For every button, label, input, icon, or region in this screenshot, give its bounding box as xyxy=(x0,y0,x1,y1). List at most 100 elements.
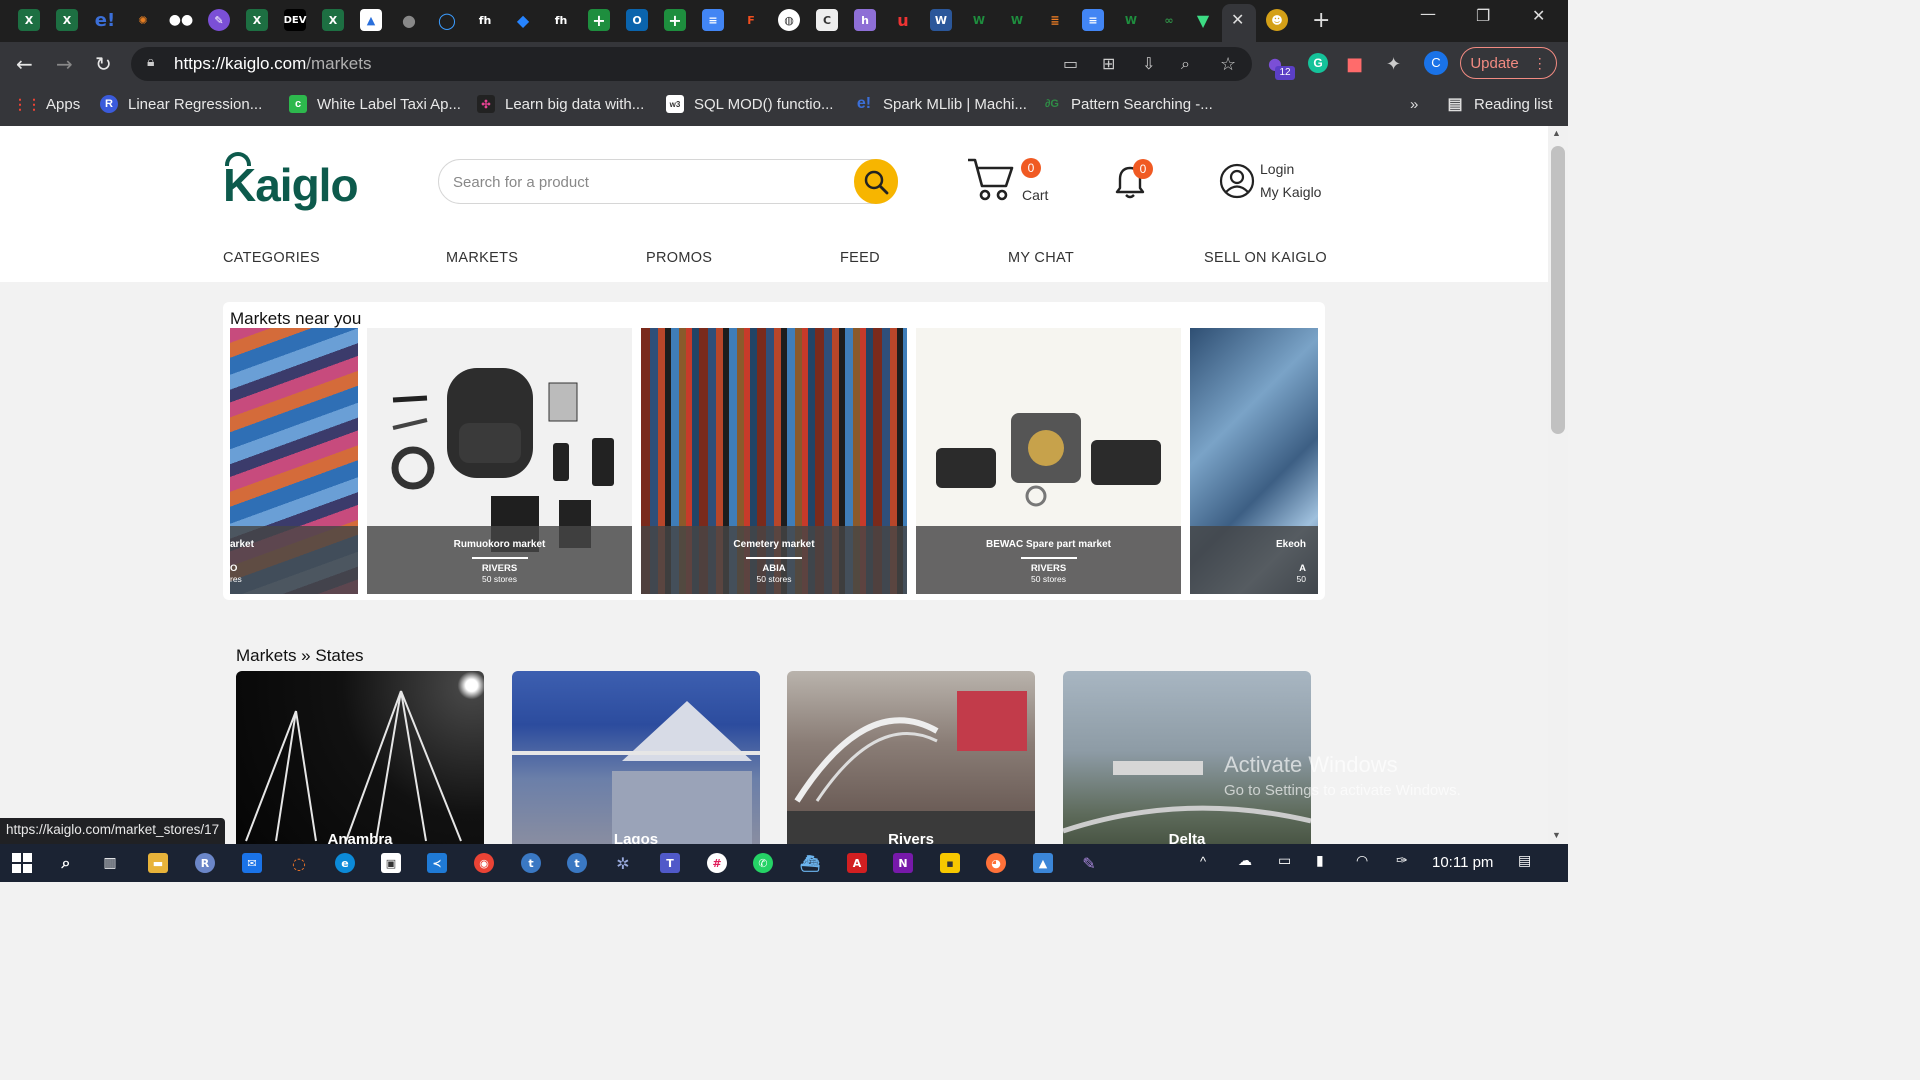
teams-icon[interactable]: T xyxy=(660,853,680,873)
state-card[interactable]: Lagos xyxy=(512,671,760,844)
back-icon[interactable]: ← xyxy=(16,52,33,76)
lock-icon[interactable]: 🔒︎ xyxy=(147,54,154,70)
market-card[interactable]: arket O res xyxy=(230,328,358,594)
search-input[interactable] xyxy=(453,170,843,194)
bookmark-item[interactable]: ∂G Pattern Searching -... xyxy=(1043,94,1213,114)
docs-tab-icon[interactable]: ≡ xyxy=(702,9,724,31)
whatsapp-icon[interactable]: ✆ xyxy=(753,853,773,873)
tab-icon[interactable]: ☻ xyxy=(1266,9,1288,31)
h-tab-icon[interactable]: h xyxy=(854,9,876,31)
minimize-icon[interactable]: — xyxy=(1420,4,1436,23)
market-card[interactable]: Cemetery market ABIA 50 stores xyxy=(641,328,907,594)
w3-tab-icon[interactable]: W xyxy=(968,9,990,31)
scrollbar-thumb[interactable] xyxy=(1551,146,1565,434)
windows-start-icon[interactable] xyxy=(12,853,32,873)
apps-grid-icon[interactable]: ⊞ xyxy=(1102,54,1115,73)
stackoverflow-tab-icon[interactable]: ≣ xyxy=(1044,9,1066,31)
market-card[interactable]: Ekeoh A 50 xyxy=(1190,328,1318,594)
grammarly-icon[interactable]: G xyxy=(1308,53,1328,73)
figma-tab-icon[interactable]: F xyxy=(740,9,762,31)
dev-tab-icon[interactable]: DEV xyxy=(284,9,306,31)
market-card[interactable]: BEWAC Spare part market RIVERS 50 stores xyxy=(916,328,1181,594)
docs-tab-icon[interactable]: ▲ xyxy=(360,9,382,31)
clock[interactable]: 10:11 pm xyxy=(1432,854,1493,871)
profile-avatar[interactable]: C xyxy=(1424,51,1448,75)
rocket-tab-icon[interactable]: ✎ xyxy=(208,9,230,31)
bookmark-item[interactable]: R Linear Regression... xyxy=(100,94,262,114)
cart-label[interactable]: Cart xyxy=(1022,187,1048,203)
show-hidden-icons[interactable]: ^ xyxy=(1200,854,1206,869)
nav-promos[interactable]: PROMOS xyxy=(646,250,712,266)
scroll-down-icon[interactable]: ▼ xyxy=(1552,830,1561,840)
chrome-icon[interactable]: ◉ xyxy=(474,853,494,873)
firefox-icon[interactable]: ◕ xyxy=(986,853,1006,873)
fh-tab-icon[interactable]: fh xyxy=(550,9,572,31)
battery-icon[interactable]: ▮ xyxy=(1316,852,1324,869)
app-icon[interactable]: t xyxy=(567,853,587,873)
github-tab-icon[interactable]: ● xyxy=(398,9,420,31)
medium-tab-icon[interactable]: ●● xyxy=(169,9,193,31)
bookmark-star-icon[interactable]: ☆ xyxy=(1220,54,1236,75)
excel-tab-icon[interactable]: X xyxy=(18,9,40,31)
photos-icon[interactable]: ▲ xyxy=(1033,853,1053,873)
close-tab-icon[interactable]: ✕ xyxy=(1231,10,1244,29)
restore-icon[interactable]: ❐ xyxy=(1476,6,1490,25)
sticky-notes-icon[interactable]: ▪ xyxy=(940,853,960,873)
outlook-tab-icon[interactable]: O xyxy=(626,9,648,31)
notifications-center-icon[interactable]: ▤ xyxy=(1518,852,1531,869)
excel-tab-icon[interactable]: X xyxy=(56,9,78,31)
fh-tab-icon[interactable]: fh xyxy=(474,9,496,31)
w3-tab-icon[interactable]: W xyxy=(1006,9,1028,31)
my-account-link[interactable]: My Kaiglo xyxy=(1260,184,1321,200)
file-explorer-icon[interactable]: ▬ xyxy=(148,853,168,873)
state-card[interactable]: Rivers xyxy=(787,671,1035,844)
app-icon[interactable]: t xyxy=(521,853,541,873)
acrobat-icon[interactable]: A xyxy=(847,853,867,873)
edge-icon[interactable]: e xyxy=(335,853,355,873)
search-icon[interactable]: ⌕ xyxy=(56,853,76,873)
video-extension-icon[interactable]: ■ xyxy=(1346,54,1363,75)
url-text[interactable]: https://kaiglo.com/markets xyxy=(174,54,371,74)
search-button[interactable] xyxy=(854,159,898,204)
onedrive-icon[interactable]: ☁ xyxy=(1238,852,1252,869)
bookmark-item[interactable]: e! Spark MLlib | Machi... xyxy=(855,94,1027,114)
site-logo[interactable]: Kaiglo xyxy=(223,152,359,212)
pen-icon[interactable]: ✑ xyxy=(1396,852,1408,869)
cast-icon[interactable]: ▭ xyxy=(1063,54,1078,73)
paint-icon[interactable]: ✎ xyxy=(1079,853,1099,873)
gfg-tab-icon[interactable]: ∞ xyxy=(1158,9,1180,31)
more-bookmarks-icon[interactable]: » xyxy=(1410,94,1418,114)
store-icon[interactable]: ▣ xyxy=(381,853,401,873)
forward-icon[interactable]: → xyxy=(56,52,73,76)
vscode-icon[interactable]: ≺ xyxy=(427,853,447,873)
mail-icon[interactable]: ✉ xyxy=(242,853,262,873)
r-app-icon[interactable]: R xyxy=(195,853,215,873)
reading-list[interactable]: ▤ Reading list xyxy=(1446,94,1552,114)
display-icon[interactable]: ▭ xyxy=(1278,852,1291,869)
scroll-up-icon[interactable]: ▲ xyxy=(1552,128,1561,138)
state-card[interactable]: Anambra xyxy=(236,671,484,844)
onenote-icon[interactable]: N xyxy=(893,853,913,873)
cart-button[interactable] xyxy=(966,156,1016,207)
docker-icon[interactable]: ⛴ xyxy=(800,853,820,873)
nav-markets[interactable]: MARKETS xyxy=(446,250,518,266)
nav-feed[interactable]: FEED xyxy=(840,250,880,266)
account-button[interactable] xyxy=(1218,162,1256,205)
docs-tab-icon[interactable]: ≡ xyxy=(1082,9,1104,31)
excel-tab-icon[interactable]: X xyxy=(322,9,344,31)
reload-icon[interactable]: ↻ xyxy=(95,52,112,76)
snipping-icon[interactable]: ✲ xyxy=(613,853,633,873)
market-card[interactable]: Rumuokoro market RIVERS 50 stores xyxy=(367,328,632,594)
bookmark-apps[interactable]: ⋮⋮ Apps xyxy=(13,94,80,114)
kaiglo-tab-icon[interactable]: ▼ xyxy=(1192,9,1214,31)
w3-tab-icon[interactable]: W xyxy=(1120,9,1142,31)
jira-tab-icon[interactable]: ◆ xyxy=(512,9,534,31)
nav-sell-on-kaiglo[interactable]: SELL ON KAIGLO xyxy=(1204,250,1327,266)
search-tab-icon[interactable]: ◯ xyxy=(436,9,458,31)
c-tab-icon[interactable]: C xyxy=(816,9,838,31)
edureka-tab-icon[interactable]: e! xyxy=(94,9,116,31)
u-tab-icon[interactable]: u xyxy=(892,9,914,31)
nav-categories[interactable]: CATEGORIES xyxy=(223,250,320,266)
puzzle-extensions-icon[interactable]: ✦ xyxy=(1386,54,1401,75)
nav-my-chat[interactable]: MY CHAT xyxy=(1008,250,1074,266)
